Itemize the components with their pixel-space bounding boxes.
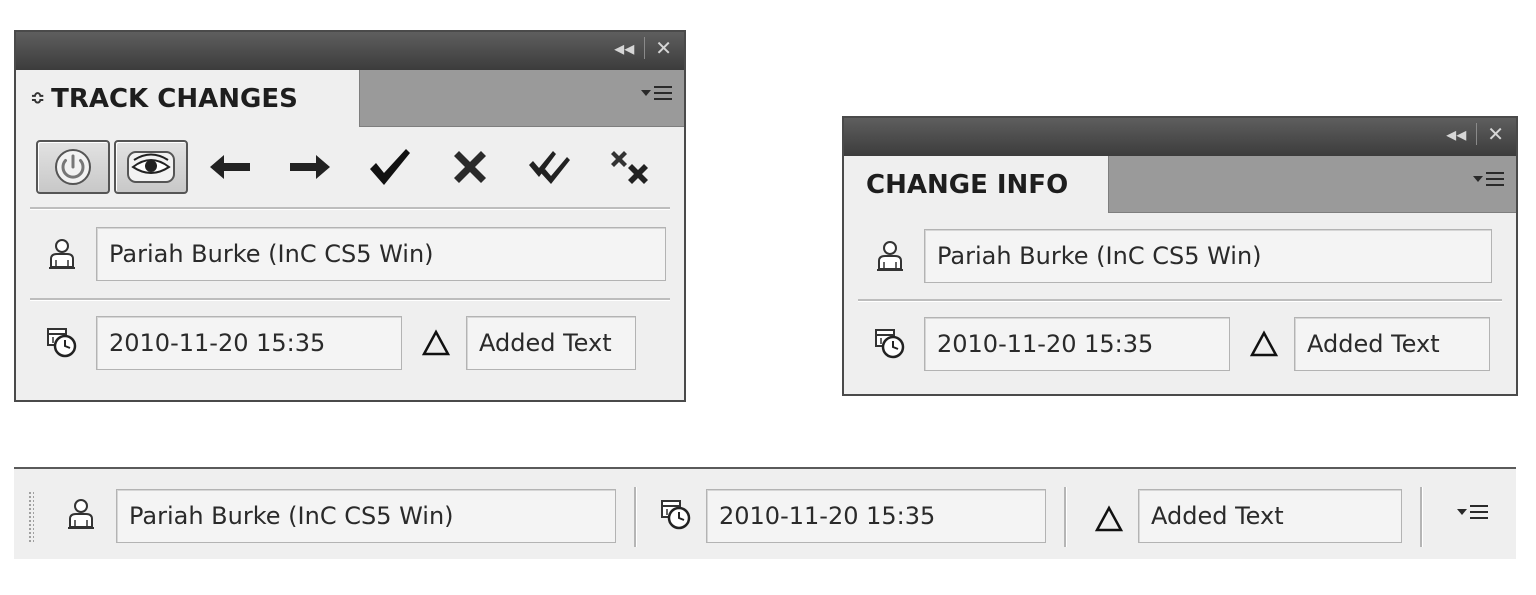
user-field: Pariah Burke (InC CS5 Win) (924, 229, 1492, 283)
bar-separator (634, 487, 637, 547)
user-row: Pariah Burke (InC CS5 Win) (16, 210, 684, 298)
double-check-icon (529, 151, 570, 184)
change-info-panel: ◂◂ ✕ CHANGE INFO Pariah Burke (InC CS5 W… (842, 116, 1518, 396)
arrow-left-icon (210, 155, 250, 179)
titlebar-separator (1476, 123, 1478, 145)
next-change-button[interactable] (272, 140, 348, 194)
tab-change-info[interactable]: CHANGE INFO (844, 156, 1109, 213)
reject-change-button[interactable] (432, 140, 508, 194)
change-type-field: Added Text (466, 316, 636, 370)
close-icon[interactable]: ✕ (655, 36, 672, 60)
delta-icon (1244, 317, 1284, 371)
track-changes-toolbar (16, 127, 684, 207)
panel-menu-icon[interactable] (1473, 172, 1504, 186)
arrow-right-icon (290, 155, 330, 179)
change-info-control-bar: Pariah Burke (InC CS5 Win) 2010-11-20 15… (14, 467, 1516, 559)
check-icon (370, 149, 410, 185)
toggle-tracking-button[interactable] (36, 140, 110, 194)
delta-icon (1094, 505, 1124, 537)
panel-titlebar[interactable]: ◂◂ ✕ (16, 32, 684, 70)
accept-all-changes-button[interactable] (512, 140, 588, 194)
change-type-field: Added Text (1294, 317, 1490, 371)
date-field: 2010-11-20 15:35 (96, 316, 402, 370)
previous-change-button[interactable] (192, 140, 268, 194)
track-changes-panel: ◂◂ ✕ ≎ TRACK CHANGES Pariah Burke (InC C… (14, 30, 686, 402)
accept-change-button[interactable] (352, 140, 428, 194)
tab-track-changes[interactable]: ≎ TRACK CHANGES (16, 70, 360, 127)
user-field: Pariah Burke (InC CS5 Win) (116, 489, 616, 543)
tab-expand-arrows-icon[interactable]: ≎ (30, 88, 45, 109)
user-field: Pariah Burke (InC CS5 Win) (96, 227, 666, 281)
bar-separator (1064, 487, 1067, 547)
collapse-icon[interactable]: ◂◂ (1446, 122, 1466, 146)
tab-row: ≎ TRACK CHANGES (16, 70, 684, 127)
user-row: Pariah Burke (InC CS5 Win) (844, 213, 1516, 299)
bar-separator (1420, 487, 1423, 547)
panel-titlebar[interactable]: ◂◂ ✕ (844, 118, 1516, 156)
double-x-icon (611, 151, 648, 184)
clock-calendar-icon (864, 317, 916, 371)
x-icon (454, 151, 486, 183)
delta-icon (416, 316, 456, 370)
tab-label: TRACK CHANGES (51, 83, 298, 114)
user-icon (36, 227, 88, 281)
user-icon (66, 497, 96, 535)
change-type-field: Added Text (1138, 489, 1402, 543)
power-icon (55, 149, 91, 185)
tab-label: CHANGE INFO (866, 169, 1069, 200)
show-hide-changes-button[interactable] (114, 140, 188, 194)
eye-icon (127, 151, 175, 183)
clock-calendar-icon (660, 499, 692, 535)
collapse-icon[interactable]: ◂◂ (614, 36, 634, 60)
panel-menu-icon[interactable] (641, 86, 672, 100)
date-type-row: 2010-11-20 15:35 Added Text (16, 301, 684, 385)
titlebar-separator (644, 37, 646, 59)
reject-all-changes-button[interactable] (592, 140, 668, 194)
drag-grip-handle[interactable] (28, 491, 34, 543)
date-field: 2010-11-20 15:35 (706, 489, 1046, 543)
user-icon (864, 229, 916, 283)
panel-menu-icon[interactable] (1457, 505, 1488, 519)
date-field: 2010-11-20 15:35 (924, 317, 1230, 371)
clock-calendar-icon (36, 316, 88, 370)
tab-row: CHANGE INFO (844, 156, 1516, 213)
close-icon[interactable]: ✕ (1487, 122, 1504, 146)
date-type-row: 2010-11-20 15:35 Added Text (844, 302, 1516, 386)
